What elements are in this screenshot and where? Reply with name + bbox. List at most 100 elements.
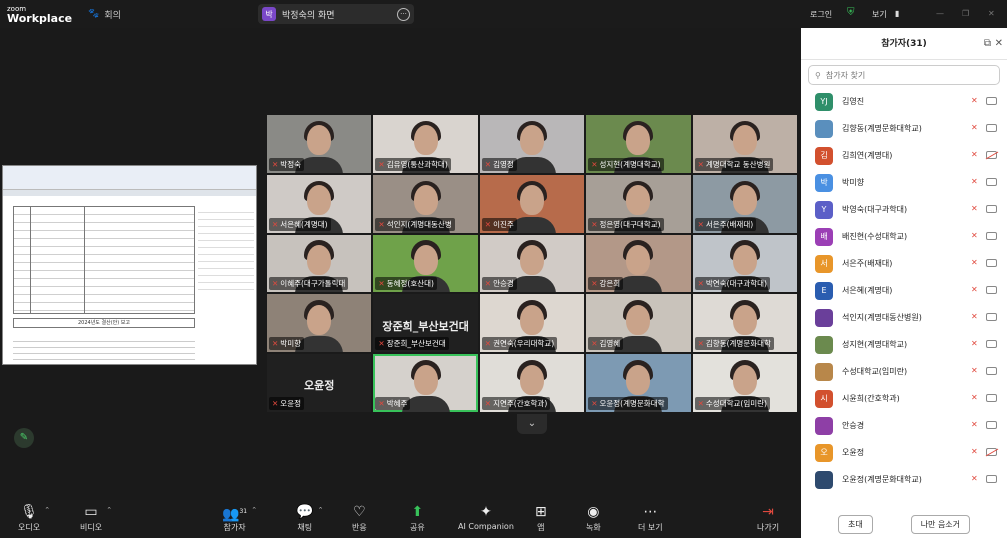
video-tile[interactable]: ✕ 정은영(대구대학교) [586, 174, 691, 233]
maximize-icon[interactable]: ❐ [962, 9, 969, 18]
camera-icon[interactable] [986, 367, 997, 375]
video-tile[interactable]: ✕ 권연숙(우리대학교) [479, 294, 585, 353]
participant-row[interactable]: 박 박미향 ✕ [801, 169, 1007, 196]
camera-icon[interactable] [986, 124, 997, 132]
muted-mic-icon[interactable]: ✕ [971, 447, 978, 456]
video-tile[interactable]: ✕ 김영정 [479, 115, 585, 173]
muted-mic-icon[interactable]: ✕ [971, 474, 978, 483]
camera-icon[interactable] [986, 151, 997, 159]
participant-row[interactable]: E 서은혜(계명대) ✕ [801, 277, 1007, 304]
annotate-pen-icon[interactable]: ✎ [14, 428, 34, 448]
ai-companion-button[interactable]: ✦ AI Companion [458, 502, 514, 531]
video-tile[interactable]: ✕ 박연숙(대구과학대) [692, 234, 797, 293]
chevron-up-icon[interactable]: ⌃ [318, 506, 324, 514]
audio-button[interactable]: 🎙 오디오 ⌃ [18, 502, 50, 533]
participant-row[interactable]: 성지현(계명대학교) ✕ [801, 331, 1007, 358]
muted-mic-icon[interactable]: ✕ [971, 339, 978, 348]
camera-icon[interactable] [986, 205, 997, 213]
participant-row[interactable]: 김 김희연(계명대) ✕ [801, 142, 1007, 169]
participant-row[interactable]: 서 서은주(배재대) ✕ [801, 250, 1007, 277]
record-button[interactable]: ◉ 녹화 [586, 502, 601, 533]
muted-mic-icon[interactable]: ✕ [971, 420, 978, 429]
chevron-up-icon[interactable]: ⌃ [44, 506, 50, 514]
muted-mic-icon[interactable]: ✕ [971, 204, 978, 213]
muted-mic-icon[interactable]: ✕ [971, 231, 978, 240]
participant-row[interactable]: 안승경 ✕ [801, 412, 1007, 439]
participant-row[interactable]: Y 박영숙(대구과학대) ✕ [801, 196, 1007, 223]
video-tile[interactable]: ✕ 이진주 [479, 174, 585, 233]
minimize-icon[interactable]: — [936, 9, 944, 18]
video-tile[interactable]: ✕ 박미향 [267, 294, 372, 353]
chat-button[interactable]: 💬 채팅 ⌃ [296, 502, 323, 533]
camera-icon[interactable] [986, 97, 997, 105]
chevron-up-icon[interactable]: ⌃ [106, 506, 112, 514]
close-icon[interactable]: ✕ [995, 28, 1003, 60]
video-tile[interactable]: ✕ 서은혜(계명대) [267, 174, 372, 233]
video-tile[interactable]: ✕ 지연주(간호학과) [479, 354, 585, 412]
camera-icon[interactable] [986, 232, 997, 240]
video-tile[interactable]: ✕ 박혜주 [373, 354, 478, 412]
camera-icon[interactable] [986, 313, 997, 321]
screen-share-chip[interactable]: 박 박정숙의 화면 ··· [258, 4, 414, 24]
video-tile[interactable]: ✕ 서은주(배재대) [692, 174, 797, 233]
muted-mic-icon[interactable]: ✕ [971, 285, 978, 294]
chevron-down-icon[interactable]: ⌄ [517, 414, 547, 434]
video-tile[interactable]: ✕ 박정숙 [267, 115, 372, 173]
video-tile[interactable]: ✕ 김영혜 [586, 294, 691, 353]
video-tile[interactable]: ✕ 오윤정(계명문화대학 [586, 354, 691, 412]
participant-search[interactable]: ⚲ [808, 65, 1000, 85]
leave-button[interactable]: ⇥ 나가기 [757, 502, 779, 533]
video-tile[interactable]: ✕ 석인지(계명대동산병 [373, 174, 478, 233]
chevron-up-icon[interactable]: ⌃ [251, 506, 257, 514]
muted-mic-icon[interactable]: ✕ [971, 366, 978, 375]
camera-icon[interactable] [986, 259, 997, 267]
invite-button[interactable]: 초대 [837, 514, 873, 534]
video-tile[interactable]: ✕ 동혜정(호산대) [373, 234, 478, 293]
muted-mic-icon[interactable]: ✕ [971, 150, 978, 159]
camera-icon[interactable] [986, 475, 997, 483]
muted-mic-icon[interactable]: ✕ [971, 177, 978, 186]
muted-mic-icon[interactable]: ✕ [971, 96, 978, 105]
muted-mic-icon[interactable]: ✕ [971, 393, 978, 402]
participants-button[interactable]: 👥31 참가자 ⌃ [222, 502, 257, 533]
share-button[interactable]: ⬆ 공유 [410, 502, 425, 533]
view-button[interactable]: 보기 [872, 9, 887, 20]
video-tile[interactable]: ✕ 이혜주(대구가톨릭대 [267, 234, 372, 293]
more-button[interactable]: ⋯ 더 보기 [638, 502, 663, 533]
muted-mic-icon[interactable]: ✕ [971, 123, 978, 132]
camera-icon[interactable] [986, 286, 997, 294]
react-button[interactable]: ♡ 반응 [352, 502, 367, 533]
muted-mic-icon[interactable]: ✕ [971, 312, 978, 321]
mute-me-button[interactable]: 나만 음소거 [910, 514, 971, 534]
video-tile[interactable]: ✕ 강은희 [586, 234, 691, 293]
participant-row[interactable]: 김향동(계명문화대학교) ✕ [801, 115, 1007, 142]
meeting-menu[interactable]: 🐾 회의 [88, 8, 121, 21]
participant-row[interactable]: 석인지(계명대동산병원) ✕ [801, 304, 1007, 331]
video-tile[interactable]: ✕ 김유영(통산과학대) [373, 115, 478, 173]
camera-icon[interactable] [986, 448, 997, 456]
participant-row[interactable]: 시 시윤희(간호학과) ✕ [801, 385, 1007, 412]
popout-icon[interactable]: ⧉ [984, 28, 991, 60]
video-tile[interactable]: 오윤정 ✕ 오윤정 [267, 354, 372, 412]
camera-icon[interactable] [986, 421, 997, 429]
search-input[interactable] [825, 70, 976, 80]
participant-row[interactable]: 수성대학교(임미란) ✕ [801, 358, 1007, 385]
video-button[interactable]: ▭ 비디오 ⌃ [80, 502, 112, 533]
video-tile[interactable]: ✕ 계명대학교 동산병원 [692, 115, 797, 173]
video-tile[interactable]: ✕ 김향동(계명문화대학 [692, 294, 797, 353]
muted-mic-icon[interactable]: ✕ [971, 258, 978, 267]
participant-row[interactable]: 오 오윤정 ✕ [801, 439, 1007, 466]
participant-row[interactable]: 배 배진현(수성대학교) ✕ [801, 223, 1007, 250]
video-tile[interactable]: ✕ 성지현(계명대학교) [586, 115, 691, 173]
view-layout-icon[interactable]: ▮ [895, 9, 899, 18]
camera-icon[interactable] [986, 340, 997, 348]
video-tile[interactable]: ✕ 안승경 [479, 234, 585, 293]
video-tile[interactable]: ✕ 수성대학교(임미란) [692, 354, 797, 412]
camera-icon[interactable] [986, 178, 997, 186]
more-options-icon[interactable]: ··· [397, 7, 410, 21]
shield-icon[interactable]: ⛨ [847, 7, 855, 18]
camera-icon[interactable] [986, 394, 997, 402]
close-window-icon[interactable]: ✕ [988, 9, 995, 18]
video-tile[interactable]: 장준희_부산보건대 ✕ 장준희_부산보건대 [373, 294, 478, 353]
apps-button[interactable]: ⊞ 앱 [535, 502, 547, 533]
